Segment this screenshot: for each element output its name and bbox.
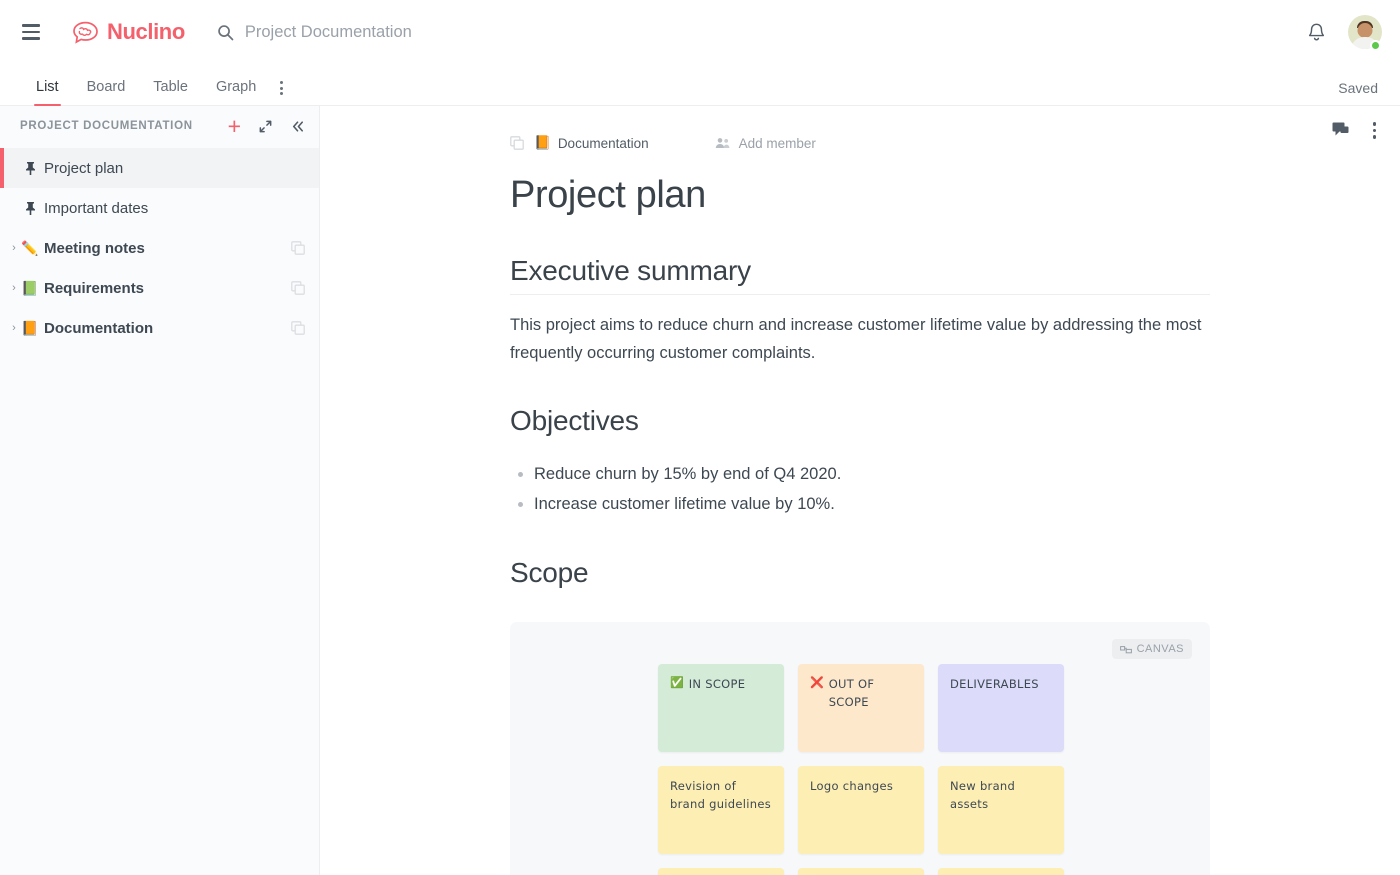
section-heading-executive-summary[interactable]: Executive summary — [510, 255, 1210, 295]
brand-logo[interactable]: Nuclino — [71, 19, 185, 45]
tab-graph[interactable]: Graph — [202, 79, 270, 105]
canvas-badge[interactable]: CANVAS — [1112, 639, 1192, 659]
sidebar-actions: + — [228, 115, 305, 138]
sticky-note[interactable]: Revision of brand guidelines — [658, 766, 784, 854]
duplicate-icon[interactable] — [291, 241, 305, 255]
tab-table[interactable]: Table — [139, 79, 202, 105]
collapse-left-icon[interactable] — [290, 119, 305, 134]
sticky-note[interactable]: Website redesign exploration — [658, 868, 784, 875]
tabs: List Board Table Graph — [22, 79, 293, 105]
sidebar: PROJECT DOCUMENTATION + › — [0, 106, 320, 875]
pencil-icon: ✏️ — [20, 240, 40, 257]
orange-book-icon: 📙 — [20, 320, 40, 337]
brand-name: Nuclino — [107, 19, 185, 45]
list-item[interactable]: Increase customer lifetime value by 10%. — [510, 490, 1210, 519]
sidebar-header: PROJECT DOCUMENTATION + — [0, 106, 319, 146]
tabs-more-icon[interactable] — [270, 81, 293, 105]
section-paragraph-executive-summary[interactable]: This project aims to reduce churn and in… — [510, 311, 1210, 368]
sticky-note[interactable]: DELIVERABLES — [938, 664, 1064, 752]
bell-icon[interactable] — [1307, 22, 1326, 43]
sidebar-item-project-plan[interactable]: › Project plan — [0, 148, 319, 188]
sidebar-item-requirements[interactable]: › 📗 Requirements — [0, 268, 319, 308]
sticky-note[interactable]: Changes to core brand values — [798, 868, 924, 875]
hamburger-icon[interactable] — [18, 19, 44, 45]
objectives-list: Reduce churn by 15% by end of Q4 2020. I… — [510, 460, 1210, 519]
canvas-badge-label: CANVAS — [1137, 643, 1184, 655]
breadcrumb: 📙 Documentation Add member — [510, 132, 1210, 154]
top-bar: Nuclino Project Documentation — [0, 0, 1400, 64]
sidebar-item-meeting-notes[interactable]: › ✏️ Meeting notes — [0, 228, 319, 268]
sidebar-item-label: Requirements — [44, 280, 291, 297]
add-member-button[interactable]: Add member — [715, 136, 816, 151]
app-root: Nuclino Project Documentation — [0, 0, 1400, 875]
sticky-note[interactable]: Updated website — [938, 868, 1064, 875]
canvas-icon — [1120, 644, 1132, 655]
scope-canvas[interactable]: CANVAS ✅ IN SCOPE ❌ OUT OF SCOPE DELIVER… — [510, 622, 1210, 875]
avatar-face — [1358, 23, 1373, 38]
sidebar-tree: › Project plan › Importan — [0, 146, 319, 348]
sticky-note[interactable]: ❌ OUT OF SCOPE — [798, 664, 924, 752]
document-content: 📙 Documentation Add member Project pla — [510, 106, 1210, 875]
duplicate-icon[interactable] — [510, 136, 524, 150]
sticky-note-text: IN SCOPE — [689, 676, 746, 694]
document-area: 📙 Documentation Add member Project pla — [320, 106, 1400, 875]
green-book-icon: 📗 — [20, 280, 40, 297]
orange-book-icon: 📙 — [534, 135, 551, 151]
search-icon — [217, 24, 234, 41]
tab-graph-label: Graph — [216, 79, 256, 95]
duplicate-icon[interactable] — [291, 281, 305, 295]
expand-icon[interactable] — [258, 119, 273, 134]
sidebar-item-label: Important dates — [44, 200, 305, 217]
save-status: Saved — [1338, 80, 1378, 96]
pin-icon — [20, 161, 40, 176]
caret-icon[interactable]: › — [8, 243, 20, 254]
brain-speech-bubble-logo — [71, 21, 100, 44]
sticky-note[interactable]: ✅ IN SCOPE — [658, 664, 784, 752]
cross-icon: ❌ — [810, 676, 824, 690]
sidebar-item-label: Documentation — [44, 320, 291, 337]
sticky-note-text: DELIVERABLES — [950, 676, 1039, 694]
sticky-note-text: New brand assets — [950, 779, 1015, 811]
view-tab-bar: List Board Table Graph Saved — [0, 64, 1400, 106]
tab-board-label: Board — [87, 79, 126, 95]
section-heading-scope[interactable]: Scope — [510, 557, 1210, 596]
tab-list[interactable]: List — [22, 79, 73, 105]
document-more-icon[interactable] — [1369, 120, 1381, 141]
search-placeholder-text: Project Documentation — [245, 23, 412, 42]
check-icon: ✅ — [670, 676, 684, 690]
sticky-note-text: Revision of brand guidelines — [670, 779, 771, 811]
sidebar-item-label: Project plan — [44, 160, 305, 177]
document-toolbar — [1332, 120, 1381, 141]
page-title[interactable]: Project plan — [510, 174, 1210, 217]
status-badge — [1370, 40, 1381, 51]
tab-table-label: Table — [153, 79, 188, 95]
comment-icon[interactable] — [1332, 122, 1349, 138]
sticky-notes-grid: ✅ IN SCOPE ❌ OUT OF SCOPE DELIVERABLES R… — [658, 664, 1064, 875]
list-item[interactable]: Reduce churn by 15% by end of Q4 2020. — [510, 460, 1210, 489]
duplicate-icon[interactable] — [291, 321, 305, 335]
breadcrumb-collection-label: Documentation — [558, 136, 649, 151]
add-item-button[interactable]: + — [228, 115, 241, 138]
caret-icon[interactable]: › — [8, 283, 20, 294]
sticky-note-text: Logo changes — [810, 779, 893, 793]
add-member-label: Add member — [739, 136, 816, 151]
caret-icon[interactable]: › — [8, 323, 20, 334]
sidebar-item-label: Meeting notes — [44, 240, 291, 257]
search-input[interactable]: Project Documentation — [217, 23, 1307, 42]
main-body: PROJECT DOCUMENTATION + › — [0, 106, 1400, 875]
tab-board[interactable]: Board — [73, 79, 140, 105]
breadcrumb-collection[interactable]: 📙 Documentation — [534, 135, 649, 151]
sidebar-title: PROJECT DOCUMENTATION — [20, 120, 228, 132]
sidebar-item-important-dates[interactable]: › Important dates — [0, 188, 319, 228]
tab-list-label: List — [36, 79, 59, 95]
pin-icon — [20, 201, 40, 216]
sticky-note[interactable]: Logo changes — [798, 766, 924, 854]
sticky-note-text: OUT OF SCOPE — [829, 676, 912, 712]
top-bar-right — [1307, 15, 1382, 49]
people-icon — [715, 137, 731, 149]
sidebar-item-documentation[interactable]: › 📙 Documentation — [0, 308, 319, 348]
sticky-note[interactable]: New brand assets — [938, 766, 1064, 854]
section-heading-objectives[interactable]: Objectives — [510, 405, 1210, 444]
